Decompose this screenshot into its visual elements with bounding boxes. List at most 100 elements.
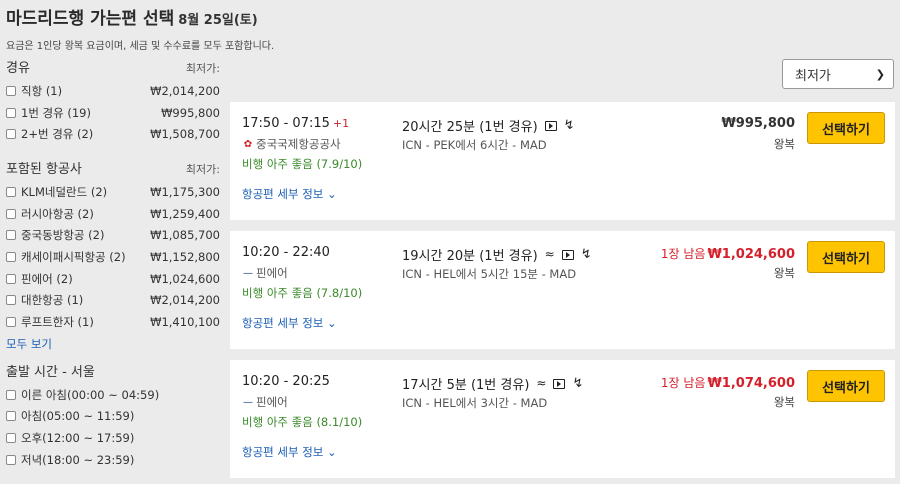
chevron-down-icon: ⌄ — [327, 316, 337, 330]
filter-label: 이른 아침(00:00 ~ 04:59) — [21, 387, 160, 402]
airlines-filter-title: 포함된 항공사 — [6, 162, 82, 178]
filter-price: ₩1,152,800 — [150, 249, 220, 264]
flight-duration: 20시간 25분 (1번 경유) ↯ — [402, 116, 575, 135]
filter-label: 루프트한자 (1) — [21, 315, 94, 330]
flight-duration: 17시간 5분 (1번 경유) ≈ ↯ — [402, 374, 584, 394]
flight-rating: 비행 아주 좋음 (7.9/10) — [242, 157, 363, 171]
checkbox[interactable] — [6, 186, 16, 197]
flight-details-link[interactable]: 항공편 세부 정보 ⌄ — [242, 186, 337, 202]
filter-label: 대한항공 (1) — [21, 293, 84, 308]
filter-airline-3[interactable]: 캐세이패시픽항공 (2) ₩1,152,800 — [6, 246, 220, 268]
price: ₩1,024,600 — [707, 247, 795, 262]
sort-dropdown[interactable]: 최저가 ❯ — [782, 59, 894, 89]
show-all-airlines-link[interactable]: 모두 보기 — [6, 336, 220, 352]
trip-type: 왕복 — [773, 137, 795, 151]
checkbox[interactable] — [6, 317, 16, 328]
filter-label: 러시아항공 (2) — [21, 206, 94, 221]
checkbox[interactable] — [6, 454, 16, 465]
checkbox[interactable] — [6, 107, 16, 118]
stops-filter-header: 경유 최저가: — [6, 58, 220, 76]
filter-price: ₩2,014,200 — [150, 293, 220, 308]
filter-airline-6[interactable]: 루프트한자 (1) ₩1,410,100 — [6, 311, 220, 333]
filter-airline-1[interactable]: 러시아항공 (2) ₩1,259,400 — [6, 203, 220, 225]
checkbox[interactable] — [6, 251, 16, 262]
checkbox[interactable] — [6, 230, 16, 241]
airline: — 핀에어 — [242, 265, 288, 281]
page-title: 마드리드행 가는편 선택 8월 25일(토) — [6, 4, 274, 29]
filter-departure-0[interactable]: 이른 아침(00:00 ~ 04:59) — [6, 384, 220, 406]
filter-price: ₩1,024,600 — [150, 271, 220, 286]
flight-times: 10:20 - 22:40 — [242, 245, 333, 260]
flight-card-1[interactable]: 17:50 - 07:15 +1 ✿ 중국국제항공공사 비행 아주 좋음 (7.9/… — [230, 102, 895, 220]
airlines-filter-header: 포함된 항공사 최저가: — [6, 159, 220, 177]
chevron-down-icon: ⌄ — [327, 187, 337, 201]
checkbox[interactable] — [6, 85, 16, 96]
wifi-icon: ≈ — [536, 376, 547, 390]
airline-name: 중국국제항공공사 — [256, 137, 341, 151]
power-icon: ↯ — [572, 376, 584, 391]
filter-label: 아침(05:00 ~ 11:59) — [21, 409, 135, 424]
filter-airline-0[interactable]: KLM네덜란드 (2) ₩1,175,300 — [6, 181, 220, 203]
checkbox[interactable] — [6, 389, 16, 400]
filter-label: 오후(12:00 ~ 17:59) — [21, 431, 135, 446]
price: ₩1,074,600 — [707, 376, 795, 391]
details-text: 항공편 세부 정보 — [242, 316, 324, 330]
filter-stops-2[interactable]: 2+번 경유 (2) ₩1,508,700 — [6, 123, 220, 145]
chevron-down-icon: ❯ — [875, 67, 885, 81]
filter-label: 핀에어 (2) — [21, 271, 73, 286]
duration-text: 20시간 25분 (1번 경유) — [402, 120, 538, 135]
checkbox[interactable] — [6, 295, 16, 306]
checkbox[interactable] — [6, 433, 16, 444]
price-note: 요금은 1인당 왕복 요금이며, 세금 및 수수료를 모두 포함합니다. — [6, 41, 275, 52]
flight-card-3[interactable]: 10:20 - 20:25 — 핀에어 비행 아주 좋음 (8.1/10) 항공편… — [230, 360, 895, 478]
select-button[interactable]: 선택하기 — [807, 112, 885, 144]
filter-stops-0[interactable]: 직항 (1) ₩2,014,200 — [6, 80, 220, 102]
filter-airline-4[interactable]: 핀에어 (2) ₩1,024,600 — [6, 268, 220, 290]
details-text: 항공편 세부 정보 — [242, 187, 324, 201]
details-text: 항공편 세부 정보 — [242, 445, 324, 459]
seats-left: 1장 남음 — [660, 376, 706, 390]
page-header: 마드리드행 가는편 선택 8월 25일(토) 요금은 1인당 왕복 요금이며, 세… — [6, 4, 274, 52]
select-button[interactable]: 선택하기 — [807, 241, 885, 273]
filter-departure-1[interactable]: 아침(05:00 ~ 11:59) — [6, 406, 220, 428]
select-button[interactable]: 선택하기 — [807, 370, 885, 402]
air-china-logo-icon: ✿ — [243, 138, 253, 150]
times-text: 17:50 - 07:15 — [242, 116, 330, 131]
filter-stops-1[interactable]: 1번 경유 (19) ₩995,800 — [6, 102, 220, 124]
flight-route: ICN - HEL에서 5시간 15분 - MAD — [402, 267, 577, 281]
video-icon — [544, 120, 557, 131]
flight-route: ICN - PEK에서 6시간 - MAD — [402, 138, 547, 152]
checkbox[interactable] — [6, 411, 16, 422]
flight-rating: 비행 아주 좋음 (7.8/10) — [242, 286, 363, 300]
trip-type: 왕복 — [773, 395, 795, 409]
filter-price: ₩1,085,700 — [150, 228, 220, 243]
flight-details-link[interactable]: 항공편 세부 정보 ⌄ — [242, 444, 337, 460]
price-block: 1장 남음 ₩1,024,600 — [661, 245, 795, 262]
filter-price: ₩1,508,700 — [150, 127, 220, 142]
checkbox[interactable] — [6, 273, 16, 284]
stops-filter-title: 경유 — [6, 61, 30, 76]
video-icon — [553, 378, 566, 389]
filter-label: 2+번 경유 (2) — [21, 127, 94, 142]
filter-price: ₩1,175,300 — [150, 184, 220, 199]
filter-label: 캐세이패시픽항공 (2) — [21, 249, 126, 264]
filter-price: ₩995,800 — [161, 105, 220, 120]
chevron-down-icon: ⌄ — [327, 445, 337, 459]
filter-departure-2[interactable]: 오후(12:00 ~ 17:59) — [6, 427, 220, 449]
flight-route: ICN - HEL에서 3시간 - MAD — [402, 396, 548, 410]
price: ₩995,800 — [721, 116, 795, 131]
filter-price: ₩2,014,200 — [150, 83, 220, 98]
flight-details-link[interactable]: 항공편 세부 정보 ⌄ — [242, 315, 337, 331]
flight-card-2[interactable]: 10:20 - 22:40 — 핀에어 비행 아주 좋음 (7.8/10) 항공편… — [230, 231, 895, 349]
filter-departure-3[interactable]: 저녁(18:00 ~ 23:59) — [6, 449, 220, 471]
checkbox[interactable] — [6, 129, 16, 140]
trip-type: 왕복 — [773, 266, 795, 280]
power-icon: ↯ — [563, 118, 575, 133]
filter-airline-5[interactable]: 대한항공 (1) ₩2,014,200 — [6, 290, 220, 312]
flight-times: 17:50 - 07:15 +1 — [242, 116, 349, 131]
times-text: 10:20 - 20:25 — [242, 374, 330, 389]
times-text: 10:20 - 22:40 — [242, 245, 330, 260]
seats-left: 1장 남음 — [660, 247, 706, 261]
checkbox[interactable] — [6, 208, 16, 219]
filter-airline-2[interactable]: 중국동방항공 (2) ₩1,085,700 — [6, 224, 220, 246]
